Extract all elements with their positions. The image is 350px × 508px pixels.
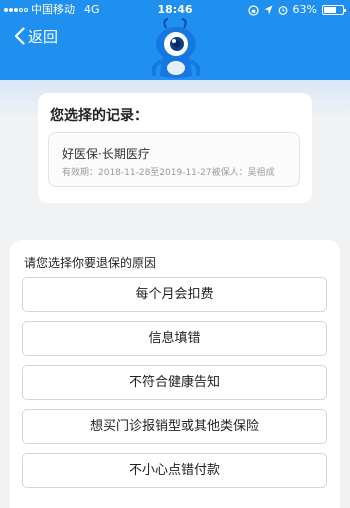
back-button[interactable]: 返回 xyxy=(14,26,58,46)
lock-rotation-icon xyxy=(247,4,259,16)
record-card: 您选择的记录： 好医保·长期医疗 有效期：2018-11-28至2019-11-… xyxy=(38,93,312,203)
reason-option-health-notice[interactable]: 不符合健康告知 xyxy=(22,365,327,400)
reason-option-mistaken-payment[interactable]: 不小心点错付款 xyxy=(22,453,327,488)
record-card-title: 您选择的记录： xyxy=(50,108,148,124)
selected-record: 好医保·长期医疗 有效期：2018-11-28至2019-11-27被保人：吴祖… xyxy=(48,132,300,187)
mascot-icon xyxy=(151,18,201,78)
alarm-icon xyxy=(278,6,287,15)
back-label: 返回 xyxy=(28,27,59,46)
record-product-name: 好医保·长期医疗 xyxy=(62,147,150,161)
record-validity: 有效期：2018-11-28至2019-11-27被保人：吴祖成 xyxy=(62,168,275,178)
location-icon xyxy=(264,5,273,15)
reason-option-other-insurance[interactable]: 想买门诊报销型或其他类保险 xyxy=(22,409,327,444)
reason-prompt: 请您选择你要退保的原因 xyxy=(24,256,157,270)
chevron-left-icon xyxy=(14,27,25,45)
reason-option-wrong-info[interactable]: 信息填错 xyxy=(22,321,327,356)
status-bar: 中国移动 4G 18:46 63% xyxy=(0,0,350,20)
reason-card: 请您选择你要退保的原因 每个月会扣费 信息填错 不符合健康告知 想买门诊报销型或… xyxy=(10,240,340,508)
battery-percent: 63% xyxy=(292,3,317,16)
reason-option-monthly-charge[interactable]: 每个月会扣费 xyxy=(22,277,327,312)
battery-icon xyxy=(322,5,346,15)
